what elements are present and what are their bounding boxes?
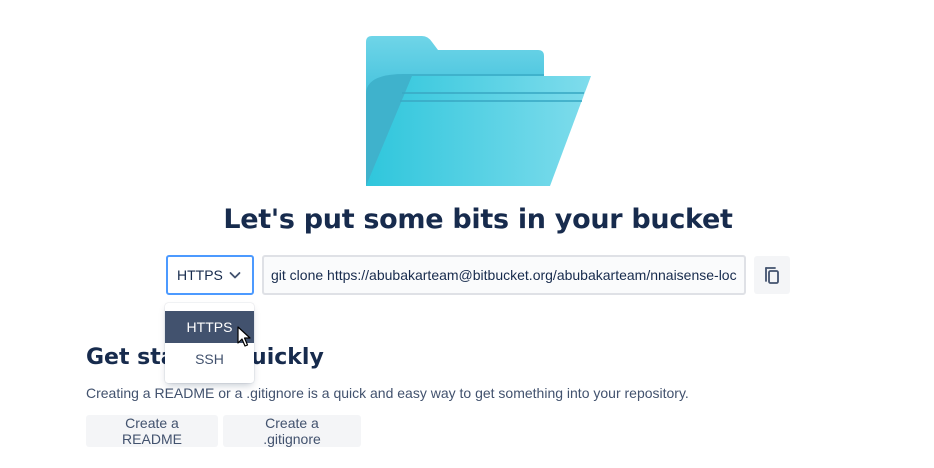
page: Let's put some bits in your bucket HTTPS… (0, 0, 934, 468)
chevron-down-icon (229, 272, 241, 279)
copy-button[interactable] (754, 256, 790, 294)
page-title: Let's put some bits in your bucket (223, 204, 733, 235)
mouse-pointer-icon (237, 326, 251, 347)
folder-icon (366, 36, 591, 186)
protocol-select[interactable]: HTTPS (166, 255, 254, 295)
quick-start-description: Creating a README or a .gitignore is a q… (86, 385, 689, 401)
protocol-select-value: HTTPS (177, 267, 223, 283)
create-gitignore-button[interactable]: Create a .gitignore (223, 415, 361, 447)
clone-command-input[interactable] (262, 255, 746, 295)
create-readme-button[interactable]: Create a README (86, 415, 218, 447)
copy-icon (765, 267, 779, 284)
